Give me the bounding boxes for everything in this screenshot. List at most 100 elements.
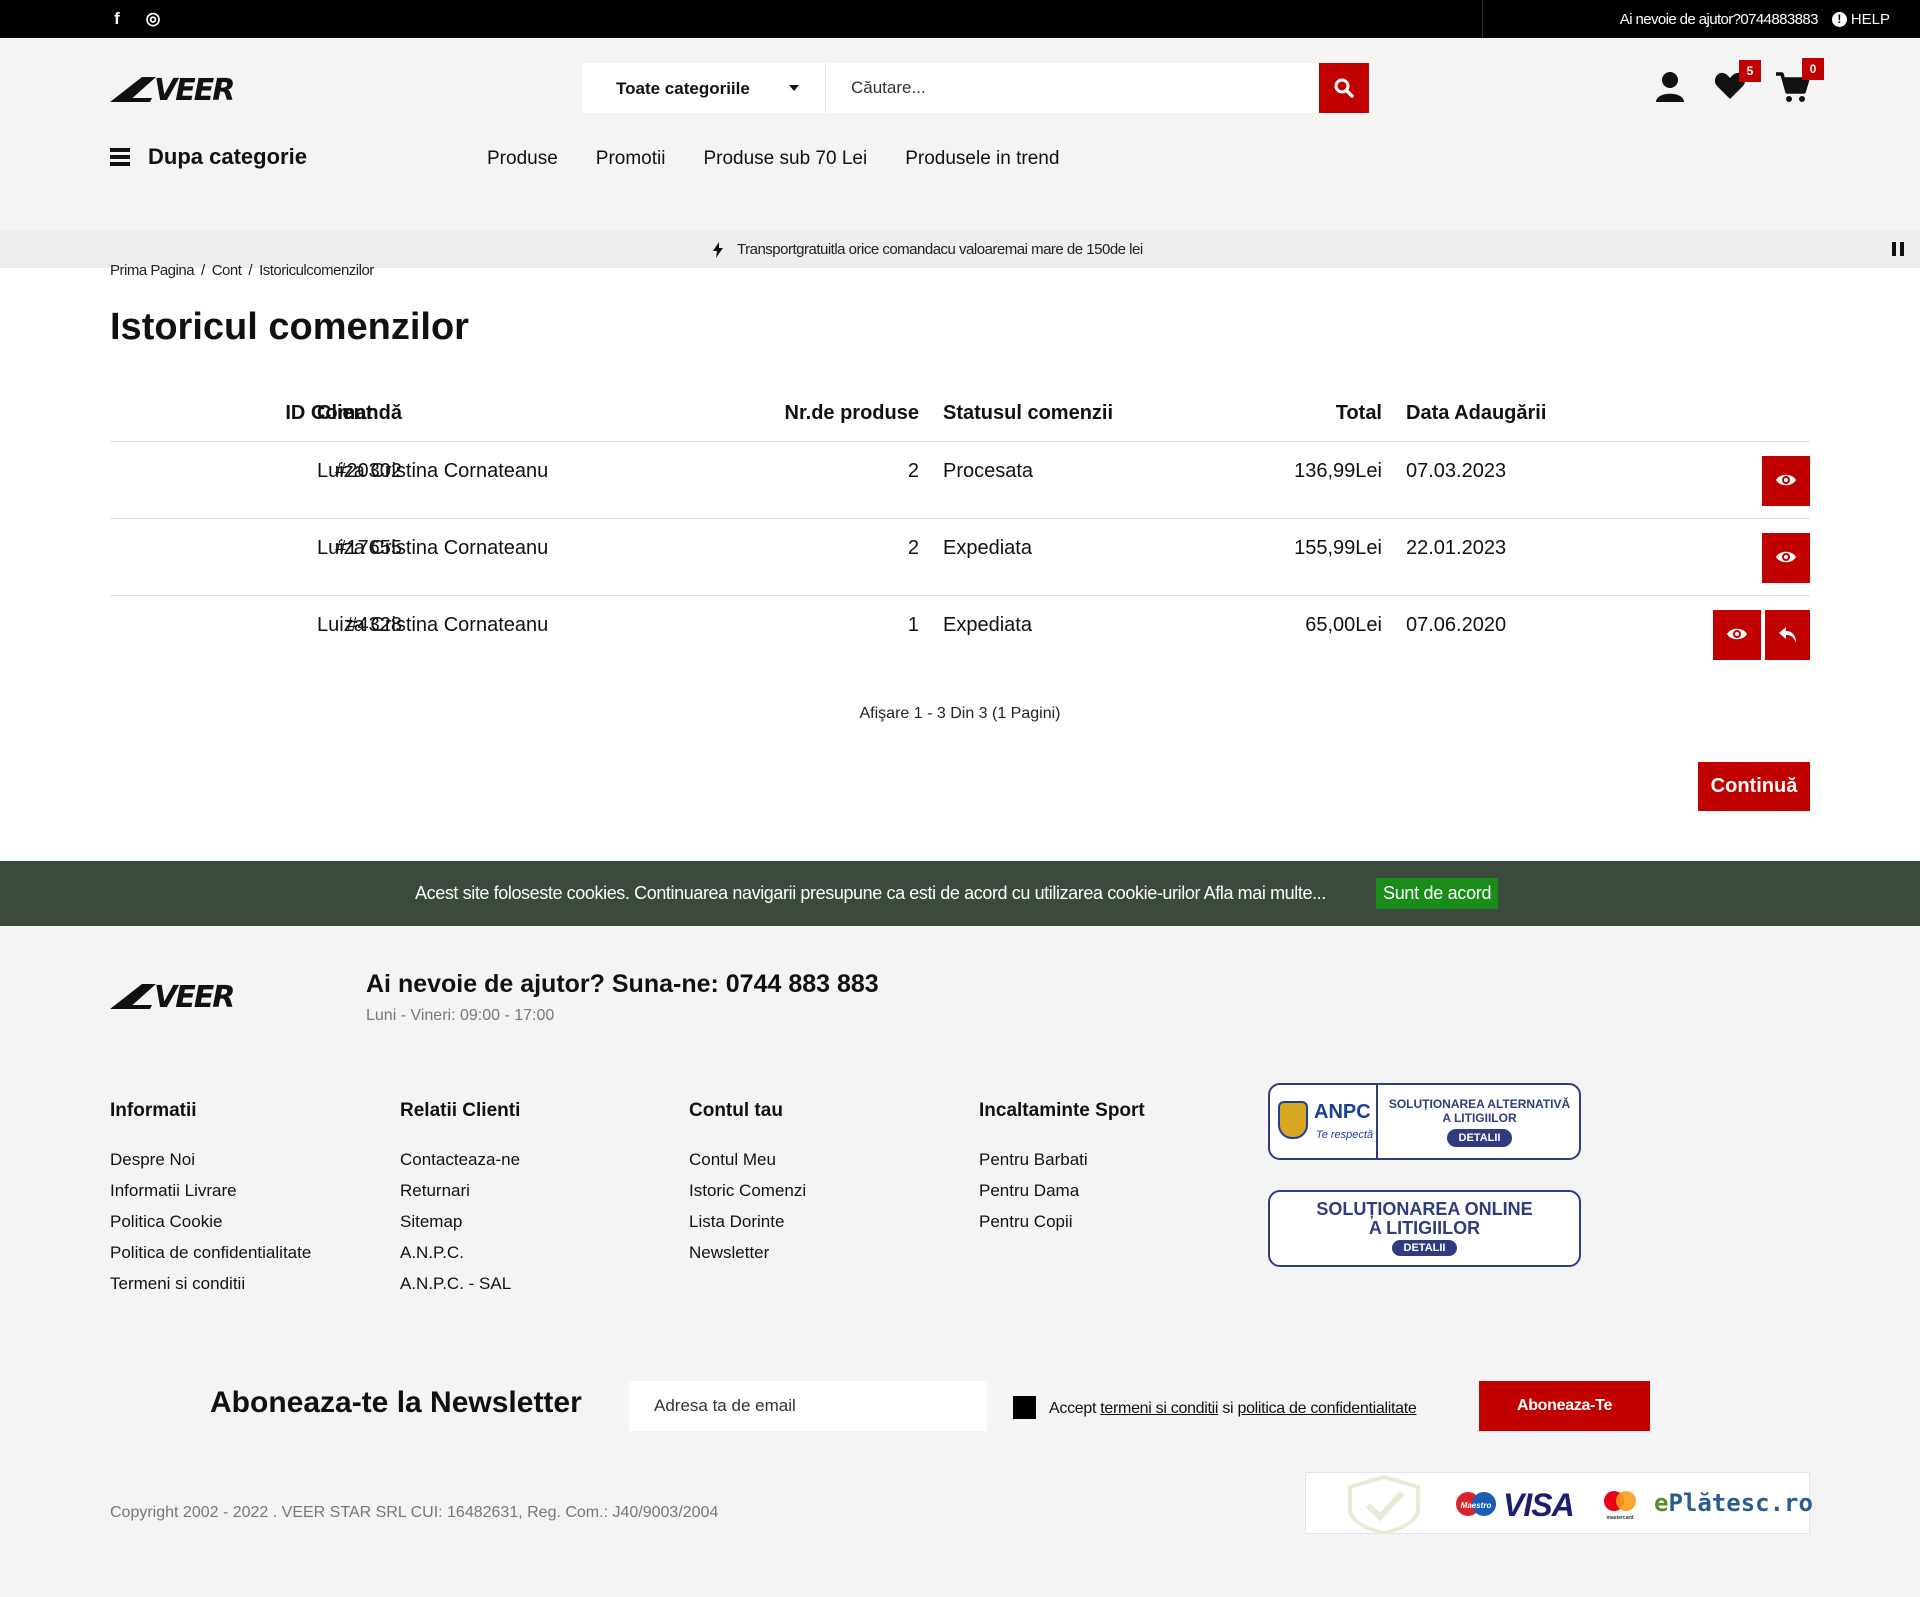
footer-column-title: Contul tau <box>689 1100 783 1121</box>
platesc-prefix: e <box>1654 1489 1669 1517</box>
account-button[interactable] <box>1655 71 1685 108</box>
column-header-status: Statusul comenzii <box>943 402 1114 424</box>
maestro-logo: Maestro <box>1452 1491 1500 1522</box>
help-phone-link[interactable]: Ai nevoie de ajutor?0744883883 <box>1620 11 1819 28</box>
footer-link[interactable]: A.N.P.C. <box>400 1243 464 1262</box>
column-header-total: Total <box>1335 402 1382 424</box>
header: VEER Toate categoriile 5 <box>0 38 1920 268</box>
instagram-icon[interactable]: ◎ <box>144 10 162 29</box>
footer-logo[interactable]: VEER <box>110 978 290 1012</box>
cookie-message: Acest site foloseste cookies. Continuare… <box>415 883 1326 903</box>
column-header-client: Client <box>317 402 373 424</box>
breadcrumb-separator: / <box>201 262 205 279</box>
footer-link[interactable]: Pentru Barbati <box>979 1150 1088 1169</box>
view-order-button[interactable] <box>1762 533 1810 583</box>
footer-column-title: Informatii <box>110 1100 197 1121</box>
footer-link[interactable]: Istoric Comenzi <box>689 1181 806 1200</box>
svg-text:VEER: VEER <box>154 73 233 105</box>
footer-link[interactable]: Returnari <box>400 1181 470 1200</box>
svg-text:Maestro: Maestro <box>1461 1501 1492 1510</box>
category-select[interactable]: Toate categoriile <box>582 63 826 113</box>
footer-link[interactable]: Pentru Copii <box>979 1212 1073 1231</box>
accept-and: si <box>1222 1400 1234 1417</box>
footer-link[interactable]: Lista Dorinte <box>689 1212 784 1231</box>
wishlist-count-badge: 5 <box>1739 60 1761 82</box>
copyright: Copyright 2002 - 2022 . VEER STAR SRL CU… <box>110 1504 719 1521</box>
nav-item-produse[interactable]: Produse <box>487 148 558 170</box>
facebook-icon[interactable]: f <box>108 10 126 29</box>
orders-table: ID Comandă Client Nr.de produse Statusul… <box>110 396 1810 673</box>
footer-link[interactable]: Politica de confidentialitate <box>110 1243 311 1262</box>
footer-link[interactable]: Contul Meu <box>689 1150 776 1169</box>
footer-link[interactable]: Termeni si conditii <box>110 1274 245 1293</box>
footer-hours: Luni - Vineri: 09:00 - 17:00 <box>366 1007 555 1024</box>
continue-button[interactable]: Continuă <box>1698 762 1810 811</box>
cart-count-badge: 0 <box>1802 58 1824 80</box>
cookie-agree-button[interactable]: Sunt de acord <box>1376 878 1499 909</box>
order-qty: 2 <box>907 537 919 559</box>
platesc-logo: ePlătesc.ro <box>1654 1489 1813 1517</box>
order-client: Luiza Cristina Cornateanu <box>317 614 549 636</box>
category-menu-button[interactable]: Dupa categorie <box>110 144 307 170</box>
order-date: 07.06.2020 <box>1406 614 1507 636</box>
order-date: 07.03.2023 <box>1406 460 1507 482</box>
breadcrumb-account[interactable]: Cont <box>212 262 242 279</box>
pause-icon[interactable] <box>1892 242 1904 256</box>
order-qty: 2 <box>907 460 919 482</box>
anpc-subtitle: Te respectă <box>1316 1129 1374 1141</box>
nav-item-in-trend[interactable]: Produsele in trend <box>905 148 1059 170</box>
nav-item-promotii[interactable]: Promotii <box>596 148 666 170</box>
table-row: #4328 Luiza Cristina Cornateanu 1 Expedi… <box>110 596 1810 673</box>
view-order-button[interactable] <box>1762 456 1810 506</box>
footer-link[interactable]: Politica Cookie <box>110 1212 222 1231</box>
veer-logo-icon: VEER <box>110 73 235 105</box>
footer-link[interactable]: Sitemap <box>400 1212 462 1231</box>
privacy-link[interactable]: politica de confidentialitate <box>1237 1400 1416 1417</box>
order-total: 136,99Lei <box>1294 460 1382 482</box>
newsletter-accept-checkbox[interactable] <box>1013 1396 1036 1419</box>
footer-column-relatii-clienti: Relatii Clienti Contacteaza-ne Returnari… <box>400 1100 520 1305</box>
site-logo[interactable]: VEER <box>110 71 290 105</box>
search-button[interactable] <box>1319 63 1369 113</box>
row-actions <box>1713 610 1810 660</box>
view-order-button[interactable] <box>1713 610 1761 660</box>
newsletter-subscribe-button[interactable]: Aboneaza-Te <box>1479 1381 1650 1431</box>
footer-link[interactable]: Pentru Dama <box>979 1181 1079 1200</box>
nav-item-produse-sub-70[interactable]: Produse sub 70 Lei <box>703 148 867 170</box>
help-label: HELP <box>1850 10 1890 28</box>
order-status: Expediata <box>943 614 1032 636</box>
order-total: 65,00Lei <box>1305 614 1382 636</box>
footer-link[interactable]: Informatii Livrare <box>110 1181 237 1200</box>
newsletter-email-input[interactable] <box>629 1381 987 1431</box>
return-order-button[interactable] <box>1765 610 1810 660</box>
eye-icon <box>1776 474 1796 486</box>
footer-column-incaltaminte-sport: Incaltaminte Sport Pentru Barbati Pentru… <box>979 1100 1145 1243</box>
table-row: #17655 Luiza Cristina Cornateanu 2 Exped… <box>110 519 1810 596</box>
sol-details-pill: DETALII <box>1391 1240 1458 1256</box>
footer-column-informatii: Informatii Despre Noi Informatii Livrare… <box>110 1100 311 1305</box>
anpc-line-2: A LITIGIILOR <box>1442 1111 1517 1125</box>
top-bar: f ◎ Ai nevoie de ajutor?0744883883 ! HEL… <box>0 0 1920 38</box>
help-link[interactable]: ! HELP <box>1831 10 1890 28</box>
anpc-details-pill: DETALII <box>1446 1129 1513 1147</box>
search-input[interactable] <box>826 63 1319 113</box>
footer-link[interactable]: Despre Noi <box>110 1150 195 1169</box>
cart-button[interactable]: 0 <box>1776 58 1824 108</box>
sol-badge[interactable]: SOLUȚIONAREA ONLINE A LITIGIILOR DETALII <box>1268 1190 1581 1267</box>
order-date: 22.01.2023 <box>1406 537 1507 559</box>
column-header-date: Data Adaugării <box>1406 402 1547 424</box>
column-header-qty: Nr.de produse <box>784 402 919 424</box>
mastercard-logo: mastercard <box>1600 1489 1640 1526</box>
help-area: Ai nevoie de ajutor?0744883883 ! HELP <box>1482 0 1920 38</box>
order-qty: 1 <box>907 614 919 636</box>
footer-link[interactable]: Newsletter <box>689 1243 769 1262</box>
terms-link[interactable]: termeni si conditii <box>1100 1400 1218 1417</box>
anpc-sal-badge[interactable]: ANPC Te respectă SOLUȚIONAREA ALTERNATIV… <box>1268 1083 1581 1160</box>
wishlist-button[interactable]: 5 <box>1714 60 1761 105</box>
anpc-line-1: SOLUȚIONAREA ALTERNATIVĂ <box>1388 1097 1571 1111</box>
footer: VEER Ai nevoie de ajutor? Suna-ne: 0744 … <box>0 926 1920 1597</box>
footer-link[interactable]: A.N.P.C. - SAL <box>400 1274 511 1293</box>
breadcrumb-home[interactable]: Prima Pagina <box>110 262 195 279</box>
footer-link[interactable]: Contacteaza-ne <box>400 1150 520 1169</box>
breadcrumb-order-history[interactable]: Istoriculcomenzilor <box>259 262 374 279</box>
